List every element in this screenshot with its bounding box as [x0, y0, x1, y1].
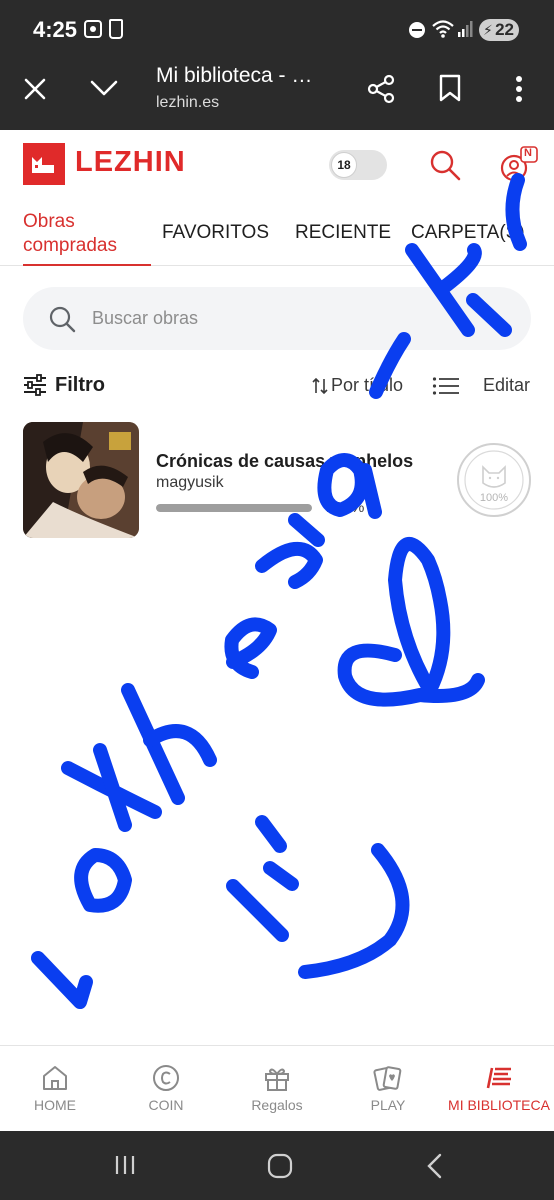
app-header: LEZHIN 18 N	[0, 130, 554, 200]
close-icon[interactable]	[23, 77, 47, 101]
system-navigation-bar	[0, 1131, 554, 1200]
user-account-button[interactable]: N	[500, 146, 542, 184]
play-cards-icon	[373, 1066, 402, 1091]
user-icon	[500, 146, 538, 182]
browser-page-title: Mi biblioteca - …	[156, 64, 313, 87]
home-icon	[43, 1066, 67, 1090]
battery-indicator: 22	[479, 19, 519, 41]
library-list-item[interactable]: Crónicas de causas y anhelos magyusik 10…	[23, 422, 531, 540]
logo-text: LEZHIN	[75, 146, 186, 178]
library-icon	[486, 1067, 511, 1089]
nav-gifts[interactable]: Regalos	[222, 1046, 332, 1132]
reading-progress-label: 100%	[326, 499, 365, 516]
nav-home-label: HOME	[34, 1097, 76, 1113]
status-time: 4:25	[33, 17, 78, 42]
recent-apps-icon[interactable]	[114, 1154, 136, 1176]
library-tabs: Obras compradas FAVORITOS RECIENTE CARPE…	[0, 200, 554, 266]
bottom-navigation: HOME COIN Regalos PLAY MI BIBLIOTECA	[0, 1045, 554, 1131]
nav-play[interactable]: PLAY	[333, 1046, 443, 1132]
search-placeholder: Buscar obras	[92, 308, 199, 328]
reading-progress-bar	[156, 504, 312, 512]
browser-toolbar: Mi biblioteca - … lezhin.es	[0, 56, 554, 130]
library-toolbar: Filtro Por título Editar	[0, 366, 554, 406]
status-bar: 4:25 22	[0, 0, 554, 56]
nav-play-label: PLAY	[370, 1097, 406, 1113]
cat-stamp-icon	[464, 450, 524, 510]
coin-icon	[153, 1065, 179, 1091]
nav-my-library-label: MI BIBLIOTECA	[448, 1097, 550, 1113]
tab-recent[interactable]: RECIENTE	[295, 222, 391, 244]
reading-progress-fill	[156, 504, 312, 512]
nav-gifts-label: Regalos	[251, 1097, 303, 1113]
browser-url[interactable]: lezhin.es	[156, 94, 219, 112]
filter-button[interactable]: Filtro	[55, 374, 105, 397]
home-button-icon[interactable]	[267, 1153, 293, 1179]
sort-icon	[312, 377, 328, 395]
screenshot-icon	[84, 20, 102, 38]
lezhin-logo-icon[interactable]	[23, 143, 65, 185]
completion-badge-label: 100%	[479, 492, 509, 504]
do-not-disturb-icon	[409, 22, 425, 38]
tab-purchased-works[interactable]: Obras compradas	[23, 210, 151, 258]
nav-coin[interactable]: COIN	[111, 1046, 221, 1132]
edit-button[interactable]: Editar	[483, 375, 530, 396]
wifi-icon	[432, 20, 454, 38]
search-field[interactable]: Buscar obras	[23, 287, 531, 350]
book-title[interactable]: Crónicas de causas y anhelos	[156, 451, 413, 472]
tab-favorites[interactable]: FAVORITOS	[162, 222, 269, 244]
completion-badge: 100%	[457, 443, 531, 517]
nav-home[interactable]: HOME	[0, 1046, 110, 1132]
nav-coin-label: COIN	[148, 1097, 184, 1113]
search-icon[interactable]	[428, 148, 462, 182]
clipboard-icon	[109, 19, 123, 39]
bookmark-icon[interactable]	[439, 74, 461, 102]
gift-icon	[265, 1068, 289, 1091]
nav-my-library[interactable]: MI BIBLIOTECA	[444, 1046, 554, 1132]
chevron-down-icon[interactable]	[90, 78, 118, 98]
adult-toggle-label: 18	[331, 152, 357, 178]
active-tab-indicator	[23, 264, 151, 266]
notification-badge: N	[524, 147, 532, 159]
sort-by-title-button[interactable]: Por título	[331, 375, 403, 396]
book-cover-image[interactable]	[23, 422, 139, 538]
search-icon	[49, 306, 76, 333]
more-options-icon[interactable]	[514, 75, 524, 103]
adult-content-toggle[interactable]: 18	[329, 150, 387, 180]
filter-sliders-icon[interactable]	[23, 374, 47, 396]
list-view-icon[interactable]	[432, 376, 460, 396]
share-icon[interactable]	[366, 74, 396, 104]
signal-icon	[458, 21, 473, 37]
back-icon[interactable]	[426, 1153, 444, 1179]
tab-folders[interactable]: CARPETA(S)	[411, 222, 525, 244]
book-author: magyusik	[156, 474, 224, 491]
